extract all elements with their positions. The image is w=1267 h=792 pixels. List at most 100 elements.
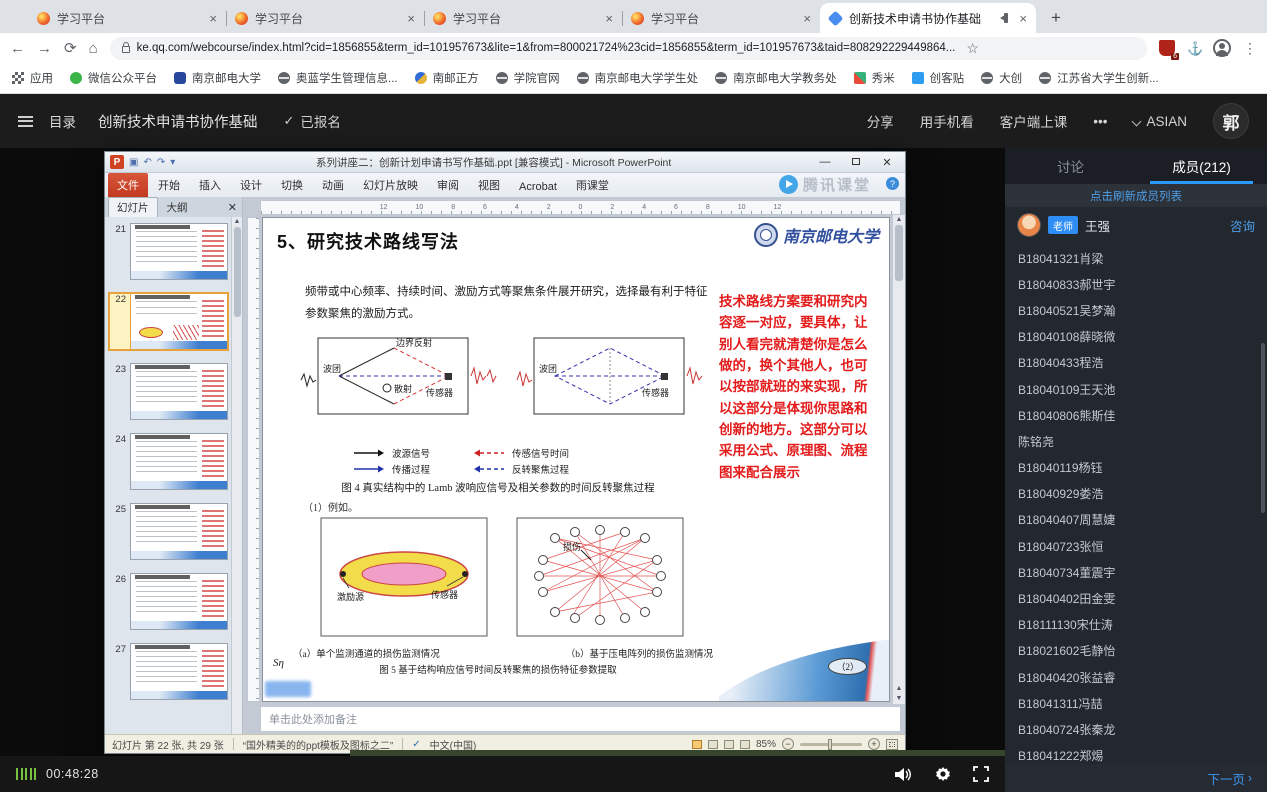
slide-thumbnail[interactable]: 24 xyxy=(109,433,228,490)
scrollbar-thumb[interactable] xyxy=(234,227,241,317)
reload-icon[interactable]: ⟳ xyxy=(64,41,77,56)
adblock-extension-icon[interactable]: 6 xyxy=(1159,40,1175,56)
more-button[interactable]: ••• xyxy=(1093,114,1107,129)
close-icon[interactable]: × xyxy=(209,11,217,26)
ribbon-tab-acrobat[interactable]: Acrobat xyxy=(510,177,566,197)
normal-view-icon[interactable] xyxy=(692,740,702,749)
quick-access-toolbar[interactable]: ▣ ↶ ↷ ▾ xyxy=(129,157,175,168)
settings-gear-icon[interactable] xyxy=(935,766,951,782)
slide-scrollbar[interactable]: ▲ ▲ ▼ xyxy=(892,215,905,704)
bookmark-star-icon[interactable]: ☆ xyxy=(966,40,979,57)
scroll-up-icon[interactable]: ▲ xyxy=(896,216,903,223)
save-icon[interactable]: ▣ xyxy=(129,157,138,168)
address-bar[interactable]: ke.qq.com/webcourse/index.html?cid=18568… xyxy=(110,37,1147,60)
zoom-out-button[interactable]: − xyxy=(782,738,794,750)
member-list[interactable]: B18041321肖梁 B18040833郝世宇 B18040521吴梦瀚 B1… xyxy=(1005,243,1267,764)
maximize-button[interactable] xyxy=(843,156,869,168)
ribbon-tab-view[interactable]: 视图 xyxy=(469,173,509,197)
slide-thumbnail-selected[interactable]: 22 xyxy=(109,293,228,350)
ribbon-tab-transitions[interactable]: 切换 xyxy=(272,173,312,197)
scroll-up-icon[interactable]: ▲ xyxy=(234,218,241,225)
slideshow-view-icon[interactable] xyxy=(740,740,750,749)
client-class-button[interactable]: 客户端上课 xyxy=(1000,111,1068,131)
browser-menu-icon[interactable]: ⋮ xyxy=(1243,40,1257,57)
redo-icon[interactable]: ↷ xyxy=(157,157,165,168)
toc-button[interactable]: 目录 xyxy=(18,111,76,131)
slide-thumbnail[interactable]: 23 xyxy=(109,363,228,420)
ribbon-tab-rainclassroom[interactable]: 雨课堂 xyxy=(567,173,618,197)
fullscreen-icon[interactable] xyxy=(973,766,989,782)
thumbnail-scrollbar[interactable]: ▲ xyxy=(231,217,242,734)
bookmark-item[interactable]: 秀米 xyxy=(854,70,895,86)
back-icon[interactable]: ← xyxy=(10,41,25,56)
undo-icon[interactable]: ↶ xyxy=(143,157,151,168)
tab-discussion[interactable]: 讨论 xyxy=(1005,148,1136,184)
forward-icon[interactable]: → xyxy=(37,41,52,56)
ribbon-tab-animations[interactable]: 动画 xyxy=(313,173,353,197)
tab-slides[interactable]: 幻灯片 xyxy=(108,197,158,217)
zoom-slider[interactable] xyxy=(800,743,862,746)
close-icon[interactable]: × xyxy=(605,11,613,26)
profile-icon[interactable] xyxy=(1213,39,1231,57)
bookmark-item[interactable]: 微信公众平台 xyxy=(70,70,157,86)
close-icon[interactable]: × xyxy=(1019,11,1027,26)
close-window-button[interactable]: ✕ xyxy=(874,156,900,169)
minimize-button[interactable]: — xyxy=(812,156,838,168)
consult-button[interactable]: 咨询 xyxy=(1230,216,1255,235)
bookmark-item[interactable]: 奥蓝学生管理信息... xyxy=(278,70,398,86)
bookmark-item[interactable]: 学院官网 xyxy=(496,70,560,86)
user-menu[interactable]: ASIAN xyxy=(1133,114,1187,129)
share-button[interactable]: 分享 xyxy=(867,111,894,131)
bookmark-item[interactable]: 南京邮电大学 xyxy=(174,70,261,86)
bookmark-item[interactable]: 南京邮电大学学生处 xyxy=(577,70,699,86)
bookmark-item[interactable]: 大创 xyxy=(981,70,1022,86)
notes-pane[interactable]: 单击此处添加备注 xyxy=(260,706,901,732)
help-icon[interactable]: ? xyxy=(886,177,899,190)
slide-thumbnail[interactable]: 27 xyxy=(109,643,228,700)
bookmark-item[interactable]: 江苏省大学生创新... xyxy=(1039,70,1159,86)
close-icon[interactable]: × xyxy=(803,11,811,26)
avatar[interactable]: 郭 xyxy=(1213,103,1249,139)
previous-slide-icon[interactable]: ▲ xyxy=(896,685,903,692)
next-page-button[interactable]: 下一页 xyxy=(1207,769,1245,788)
fit-to-window-button[interactable] xyxy=(886,739,898,750)
bookmark-item[interactable]: 南京邮电大学教务处 xyxy=(715,70,837,86)
new-tab-button[interactable]: + xyxy=(1044,6,1068,30)
scrollbar-thumb[interactable] xyxy=(895,225,903,281)
tab-outline[interactable]: 大纲 xyxy=(159,198,196,217)
slide-thumbnail[interactable]: 26 xyxy=(109,573,228,630)
browser-tab-active[interactable]: 创新技术申请书协作基础× xyxy=(820,3,1036,33)
audio-playing-icon[interactable] xyxy=(1000,13,1012,23)
browser-tab[interactable]: 学习平台× xyxy=(622,3,820,33)
ribbon-tab-slideshow[interactable]: 幻灯片放映 xyxy=(354,173,427,197)
reading-view-icon[interactable] xyxy=(724,740,734,749)
volume-icon[interactable] xyxy=(895,767,913,782)
bookmark-apps[interactable]: 应用 xyxy=(12,70,53,86)
zoom-in-button[interactable]: + xyxy=(868,738,880,750)
tab-members[interactable]: 成员(212) xyxy=(1136,148,1267,184)
dropdown-icon[interactable]: ▾ xyxy=(170,157,175,168)
bookmark-item[interactable]: 南邮正方 xyxy=(415,70,479,86)
sidebar-scrollbar[interactable] xyxy=(1261,343,1265,513)
refresh-members-button[interactable]: 点击刷新成员列表 xyxy=(1005,184,1267,207)
ribbon-tab-file[interactable]: 文件 xyxy=(108,173,148,197)
watch-on-phone-button[interactable]: 用手机看 xyxy=(920,111,974,131)
slide-thumbnail[interactable]: 21 xyxy=(109,223,228,280)
browser-tab[interactable]: 学习平台× xyxy=(28,3,226,33)
browser-tab[interactable]: 学习平台× xyxy=(226,3,424,33)
extension-icon[interactable]: ⚓ xyxy=(1187,41,1201,55)
home-icon[interactable]: ⌂ xyxy=(89,41,98,56)
ribbon-tab-review[interactable]: 审阅 xyxy=(428,173,468,197)
ribbon-tab-design[interactable]: 设计 xyxy=(231,173,271,197)
ribbon-tab-insert[interactable]: 插入 xyxy=(190,173,230,197)
close-panel-icon[interactable]: ✕ xyxy=(228,201,239,214)
slide-thumbnail[interactable]: 25 xyxy=(109,503,228,560)
next-slide-icon[interactable]: ▼ xyxy=(896,695,903,702)
zoom-slider-thumb[interactable] xyxy=(828,739,832,750)
ppt-title-bar[interactable]: P ▣↶↷▾ 系列讲座二：创新计划申请书写作基础.ppt [兼容模式] - Mi… xyxy=(105,152,905,173)
sorter-view-icon[interactable] xyxy=(708,740,718,749)
close-icon[interactable]: × xyxy=(407,11,415,26)
browser-tab[interactable]: 学习平台× xyxy=(424,3,622,33)
ribbon-tab-home[interactable]: 开始 xyxy=(149,173,189,197)
bookmark-item[interactable]: 创客贴 xyxy=(912,70,965,86)
